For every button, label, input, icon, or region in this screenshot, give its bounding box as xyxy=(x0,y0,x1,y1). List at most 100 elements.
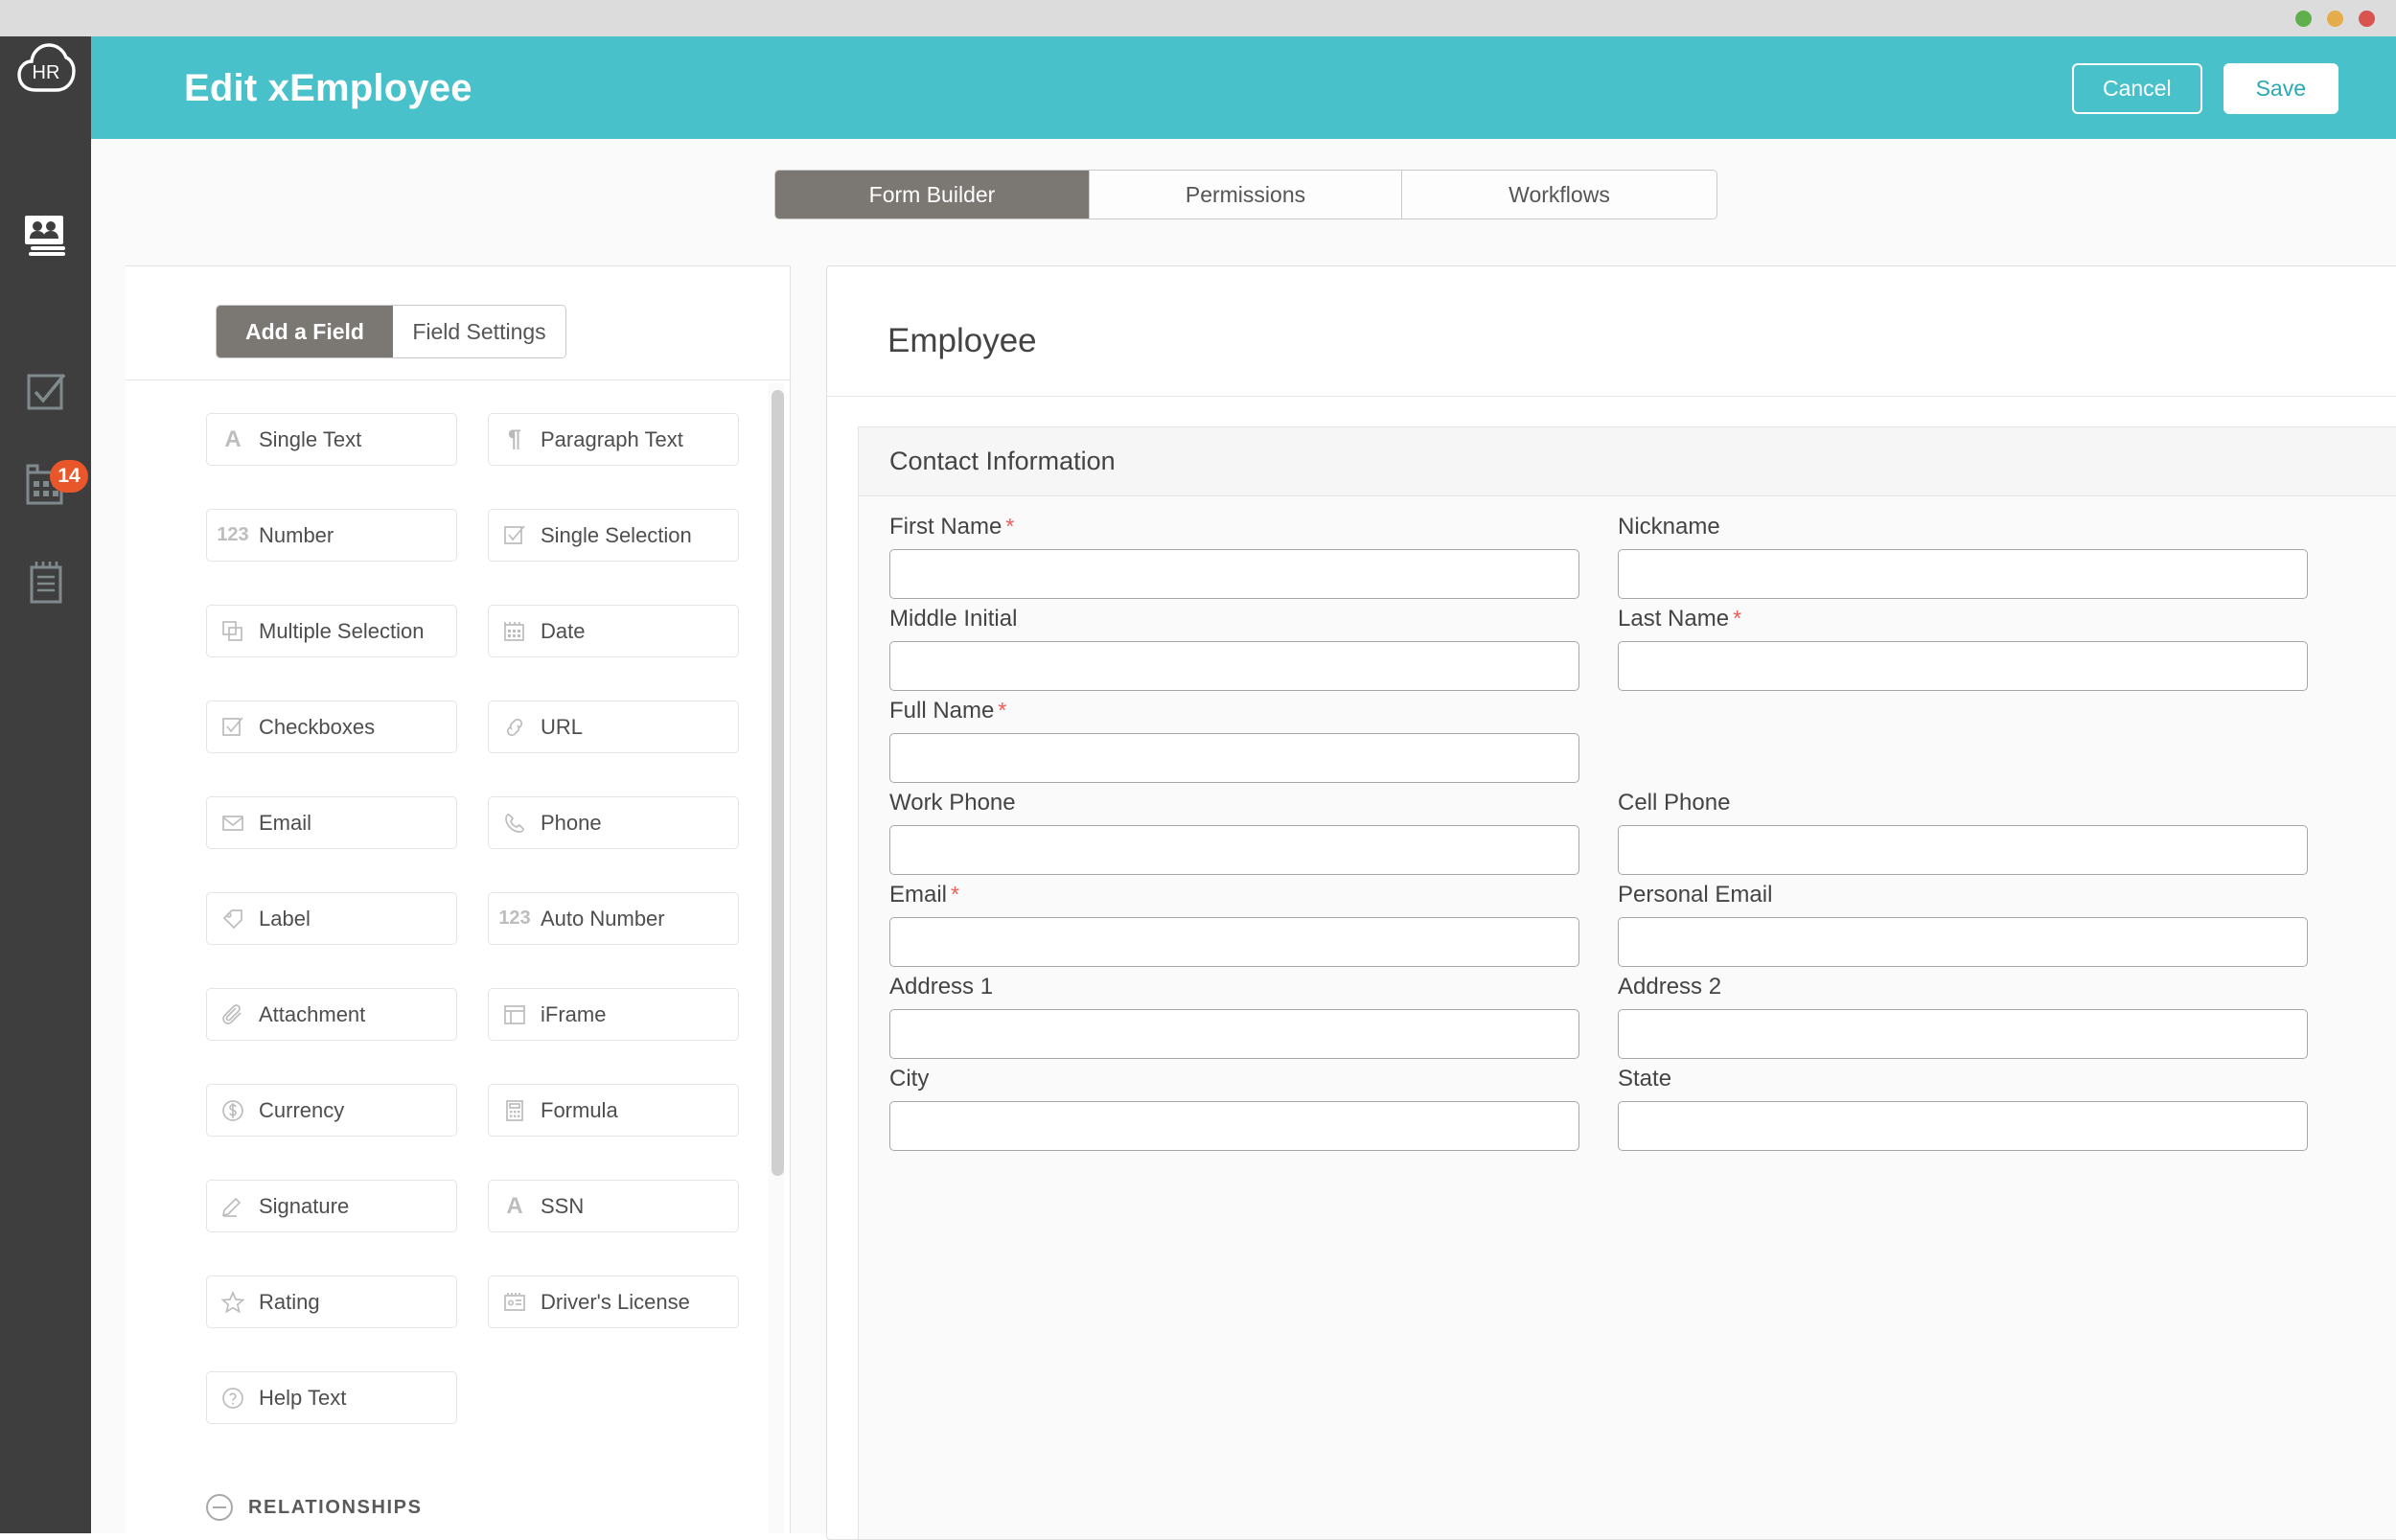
required-marker: * xyxy=(951,882,959,907)
form-row: Address 1 Address 2 xyxy=(889,974,2373,1066)
form-input-nickname[interactable] xyxy=(1618,549,2308,599)
form-input-full-name[interactable] xyxy=(889,733,1579,783)
field-chip-currency[interactable]: Currency xyxy=(206,1084,457,1137)
form-title-divider xyxy=(827,396,2396,397)
form-input-address-2[interactable] xyxy=(1618,1009,2308,1059)
header-actions: Cancel Save xyxy=(2071,63,2338,114)
checkbox-icon xyxy=(207,716,259,739)
field-chip-label: Rating xyxy=(259,1289,320,1314)
svg-text:HR: HR xyxy=(32,62,59,83)
field-chip-date[interactable]: Date xyxy=(488,605,739,657)
people-directory-icon xyxy=(24,216,65,256)
required-marker: * xyxy=(1005,514,1015,539)
field-chip-label: Label xyxy=(259,906,311,931)
tab-strip: Form Builder Permissions Workflows xyxy=(774,170,1717,219)
pencil-icon xyxy=(207,1195,259,1218)
sidebar-item-notes[interactable] xyxy=(0,544,91,621)
tab-permissions[interactable]: Permissions xyxy=(1090,171,1402,218)
field-chip-label[interactable]: Label xyxy=(206,892,457,945)
sidebar-item-calendar[interactable]: 14 xyxy=(0,447,91,523)
form-input-address-1[interactable] xyxy=(889,1009,1579,1059)
form-field-address-1: Address 1 xyxy=(889,974,1579,1059)
field-settings-tab[interactable]: Field Settings xyxy=(393,306,565,357)
form-field-label: Last Name * xyxy=(1618,606,1742,632)
workspace: Form Builder Permissions Workflows Add a… xyxy=(91,139,2396,1540)
cancel-button[interactable]: Cancel xyxy=(2071,63,2202,114)
app-logo[interactable]: HR xyxy=(0,36,91,99)
os-title-bar xyxy=(0,0,2396,36)
field-chip-label: Single Selection xyxy=(541,522,692,547)
builder-mode-toggle: Add a Field Field Settings xyxy=(216,305,566,358)
form-input-middle-initial[interactable] xyxy=(889,641,1579,691)
sidebar-item-tasks[interactable] xyxy=(0,353,91,429)
form-field-city: City xyxy=(889,1066,1579,1151)
field-chip-formula[interactable]: Formula xyxy=(488,1084,739,1137)
field-chip-label: Number xyxy=(259,522,334,547)
form-input-first-name[interactable] xyxy=(889,549,1579,599)
calendar-badge: 14 xyxy=(50,460,88,493)
field-chip-single-selection[interactable]: Single Selection xyxy=(488,509,739,562)
form-input-last-name[interactable] xyxy=(1618,641,2308,691)
form-input-city[interactable] xyxy=(889,1101,1579,1151)
calendar-icon xyxy=(489,620,541,643)
field-chip-label: Paragraph Text xyxy=(541,426,683,451)
field-chip-help-text[interactable]: Help Text xyxy=(206,1371,457,1424)
window-close-dot[interactable] xyxy=(2359,11,2375,27)
form-row: Work Phone Cell Phone xyxy=(889,790,2373,882)
field-chip-label: Help Text xyxy=(259,1385,347,1410)
field-chip-checkboxes[interactable]: Checkboxes xyxy=(206,701,457,753)
field-chip-single-text[interactable]: A Single Text xyxy=(206,413,457,466)
window-minimize-dot[interactable] xyxy=(2295,11,2312,27)
builder-scrollbar-thumb[interactable] xyxy=(772,390,784,1176)
form-input-cell-phone[interactable] xyxy=(1618,825,2308,875)
field-chip-label: Single Text xyxy=(259,426,362,451)
field-chip-rating[interactable]: Rating xyxy=(206,1276,457,1328)
field-chip-driver-s-license[interactable]: Driver's License xyxy=(488,1276,739,1328)
form-field-label: Cell Phone xyxy=(1618,790,1731,816)
field-chip-phone[interactable]: Phone xyxy=(488,796,739,849)
field-chip-iframe[interactable]: iFrame xyxy=(488,988,739,1041)
field-chip-number[interactable]: 123 Number xyxy=(206,509,457,562)
field-chip-signature[interactable]: Signature xyxy=(206,1180,457,1232)
required-marker: * xyxy=(1733,606,1742,631)
form-field-personal-email: Personal Email xyxy=(1618,882,2308,967)
form-section-contact-information: Contact Information First Name * Nickname M… xyxy=(858,426,2396,1540)
question-circle-icon xyxy=(207,1387,259,1410)
field-chip-attachment[interactable]: Attachment xyxy=(206,988,457,1041)
form-field-label: Full Name * xyxy=(889,698,1007,724)
add-a-field-tab[interactable]: Add a Field xyxy=(217,306,393,357)
form-row: Email * Personal Email xyxy=(889,882,2373,974)
form-field-full-name: Full Name * xyxy=(889,698,1579,783)
field-chip-label: Email xyxy=(259,810,312,835)
sidebar-item-people[interactable] xyxy=(0,199,91,276)
tab-workflows[interactable]: Workflows xyxy=(1402,171,1716,218)
form-input-personal-email[interactable] xyxy=(1618,917,2308,967)
field-chip-label: Currency xyxy=(259,1097,345,1122)
field-chip-auto-number[interactable]: 123 Auto Number xyxy=(488,892,739,945)
tab-form-builder[interactable]: Form Builder xyxy=(775,171,1090,218)
palette-section-relationships[interactable]: RELATIONSHIPS xyxy=(206,1494,423,1521)
form-input-email[interactable] xyxy=(889,917,1579,967)
form-input-work-phone[interactable] xyxy=(889,825,1579,875)
form-input-state[interactable] xyxy=(1618,1101,2308,1151)
field-chip-paragraph-text[interactable]: ¶ Paragraph Text xyxy=(488,413,739,466)
field-chip-label: Formula xyxy=(541,1097,618,1122)
field-chip-url[interactable]: URL xyxy=(488,701,739,753)
field-chip-label: Checkboxes xyxy=(259,714,376,739)
letter-a-icon: A xyxy=(506,1192,523,1219)
form-field-grid: First Name * Nickname Middle Initial Last Na… xyxy=(889,514,2373,1158)
form-field-first-name: First Name * xyxy=(889,514,1579,599)
field-chip-label: Attachment xyxy=(259,1001,366,1026)
window-maximize-dot[interactable] xyxy=(2327,11,2343,27)
hr-cloud-logo-icon: HR xyxy=(16,42,76,92)
field-chip-email[interactable]: Email xyxy=(206,796,457,849)
form-field-label: Email * xyxy=(889,882,959,908)
form-field-label: First Name * xyxy=(889,514,1015,540)
field-chip-label: URL xyxy=(541,714,584,739)
field-chip-multiple-selection[interactable]: Multiple Selection xyxy=(206,605,457,657)
calculator-icon xyxy=(489,1099,541,1122)
save-button[interactable]: Save xyxy=(2223,63,2338,114)
field-chip-ssn[interactable]: A SSN xyxy=(488,1180,739,1232)
letter-a-icon: A xyxy=(224,425,242,452)
minus-circle-icon[interactable] xyxy=(206,1494,233,1521)
